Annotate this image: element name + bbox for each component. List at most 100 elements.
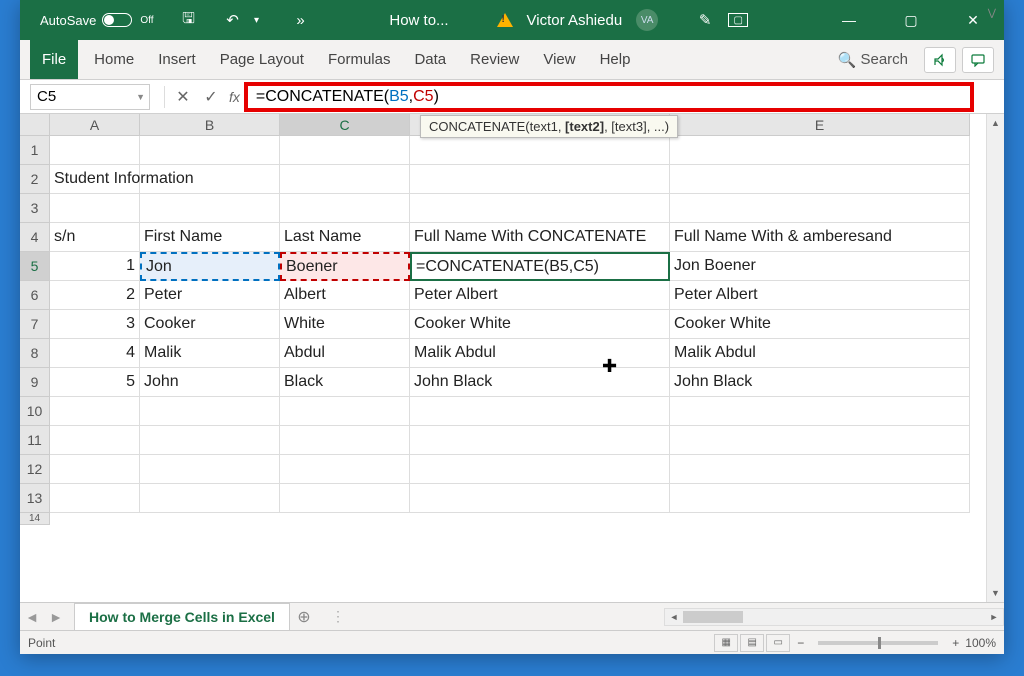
cell-C4[interactable]: Last Name [280, 223, 410, 252]
cell-D12[interactable] [410, 455, 670, 484]
share-button[interactable] [924, 47, 956, 73]
sheet-nav-next[interactable]: ► [44, 609, 68, 625]
cell-A12[interactable] [50, 455, 140, 484]
cell-D4[interactable]: Full Name With CONCATENATE [410, 223, 670, 252]
cell-E10[interactable] [670, 397, 970, 426]
tab-formulas[interactable]: Formulas [316, 40, 403, 79]
user-name[interactable]: Victor Ashiedu [527, 12, 623, 29]
tab-view[interactable]: View [531, 40, 587, 79]
cell-E11[interactable] [670, 426, 970, 455]
row-header-8[interactable]: 8 [20, 339, 50, 368]
row-header-3[interactable]: 3 [20, 194, 50, 223]
scroll-up-icon[interactable]: ▲ [987, 114, 1004, 132]
cell-D6[interactable]: Peter Albert [410, 281, 670, 310]
cell-C3[interactable] [280, 194, 410, 223]
cell-A5[interactable]: 1 [50, 252, 140, 281]
cell-A6[interactable]: 2 [50, 281, 140, 310]
cancel-formula-button[interactable]: ✕ [169, 87, 197, 107]
scroll-down-icon[interactable]: ▼ [987, 584, 1004, 602]
cell-D13[interactable] [410, 484, 670, 513]
zoom-slider[interactable] [818, 641, 938, 645]
row-header-7[interactable]: 7 [20, 310, 50, 339]
avatar[interactable]: VA [636, 9, 658, 31]
row-header-2[interactable]: 2 [20, 165, 50, 194]
row-header-12[interactable]: 12 [20, 455, 50, 484]
row-header-4[interactable]: 4 [20, 223, 50, 252]
cell-C7[interactable]: White [280, 310, 410, 339]
cell-E6[interactable]: Peter Albert [670, 281, 970, 310]
column-header-C[interactable]: C [280, 114, 410, 136]
cell-B5[interactable]: Jon [140, 252, 280, 281]
function-tooltip[interactable]: CONCATENATE(text1, [text2], [text3], ...… [420, 115, 678, 138]
cell-D1[interactable] [410, 136, 670, 165]
row-header-5[interactable]: 5 [20, 252, 50, 281]
quick-access-icon[interactable]: ✎ [696, 11, 714, 29]
cell-E9[interactable]: John Black [670, 368, 970, 397]
cell-C5[interactable]: Boener [280, 252, 410, 281]
name-box[interactable]: C5 ▼ [30, 84, 150, 110]
toggle-switch[interactable] [102, 13, 132, 27]
cell-A11[interactable] [50, 426, 140, 455]
cell-C10[interactable] [280, 397, 410, 426]
cell-B8[interactable]: Malik [140, 339, 280, 368]
zoom-out-button[interactable]: − [797, 636, 804, 650]
save-icon[interactable]: 🖫 [180, 11, 198, 29]
cell-E5[interactable]: Jon Boener [670, 252, 970, 281]
cell-D8[interactable]: Malik Abdul [410, 339, 670, 368]
cell-C12[interactable] [280, 455, 410, 484]
select-all-corner[interactable] [20, 114, 50, 136]
sheet-nav-prev[interactable]: ◄ [20, 609, 44, 625]
column-header-B[interactable]: B [140, 114, 280, 136]
cell-E3[interactable] [670, 194, 970, 223]
cell-C2[interactable] [280, 165, 410, 194]
cell-E1[interactable] [670, 136, 970, 165]
cell-A2[interactable]: Student Information [50, 165, 140, 194]
cell-E13[interactable] [670, 484, 970, 513]
minimize-button[interactable]: — [828, 0, 870, 40]
tab-file[interactable]: File [30, 40, 78, 79]
cell-A3[interactable] [50, 194, 140, 223]
horizontal-scrollbar[interactable]: ◄ ► [664, 608, 1004, 626]
maximize-button[interactable]: ▢ [890, 0, 932, 40]
row-header-11[interactable]: 11 [20, 426, 50, 455]
cell-C9[interactable]: Black [280, 368, 410, 397]
row-header-9[interactable]: 9 [20, 368, 50, 397]
cell-A8[interactable]: 4 [50, 339, 140, 368]
row-header-10[interactable]: 10 [20, 397, 50, 426]
enter-formula-button[interactable]: ✓ [197, 87, 225, 107]
cell-B4[interactable]: First Name [140, 223, 280, 252]
cell-E4[interactable]: Full Name With & amberesand [670, 223, 970, 252]
cell-B9[interactable]: John [140, 368, 280, 397]
cell-A10[interactable] [50, 397, 140, 426]
warning-icon[interactable] [497, 13, 513, 27]
vertical-scrollbar[interactable]: ▲ ▼ [986, 114, 1004, 602]
row-header-13[interactable]: 13 [20, 484, 50, 513]
row-header-1[interactable]: 1 [20, 136, 50, 165]
column-header-E[interactable]: E [670, 114, 970, 136]
view-page-break-button[interactable]: ▭ [766, 634, 790, 652]
view-normal-button[interactable]: ▦ [714, 634, 738, 652]
cell-B13[interactable] [140, 484, 280, 513]
close-button[interactable]: ✕ [952, 0, 994, 40]
cell-E8[interactable]: Malik Abdul [670, 339, 970, 368]
fx-label[interactable]: fx [229, 89, 240, 105]
name-box-dropdown-icon[interactable]: ▼ [136, 92, 145, 102]
cell-B12[interactable] [140, 455, 280, 484]
zoom-in-button[interactable]: + [952, 636, 959, 650]
cell-C1[interactable] [280, 136, 410, 165]
tab-help[interactable]: Help [588, 40, 643, 79]
scroll-right-icon[interactable]: ► [985, 609, 1003, 625]
sheet-tab-more-icon[interactable]: ⋮ [318, 608, 358, 625]
cell-B3[interactable] [140, 194, 280, 223]
cell-D2[interactable] [410, 165, 670, 194]
autosave-toggle[interactable]: AutoSave Off [40, 13, 154, 28]
tab-insert[interactable]: Insert [146, 40, 208, 79]
cell-B6[interactable]: Peter [140, 281, 280, 310]
cell-D3[interactable] [410, 194, 670, 223]
comments-button[interactable] [962, 47, 994, 73]
cell-D10[interactable] [410, 397, 670, 426]
cell-A9[interactable]: 5 [50, 368, 140, 397]
undo-icon[interactable]: ↶ [224, 11, 242, 29]
cell-C8[interactable]: Abdul [280, 339, 410, 368]
cell-C11[interactable] [280, 426, 410, 455]
